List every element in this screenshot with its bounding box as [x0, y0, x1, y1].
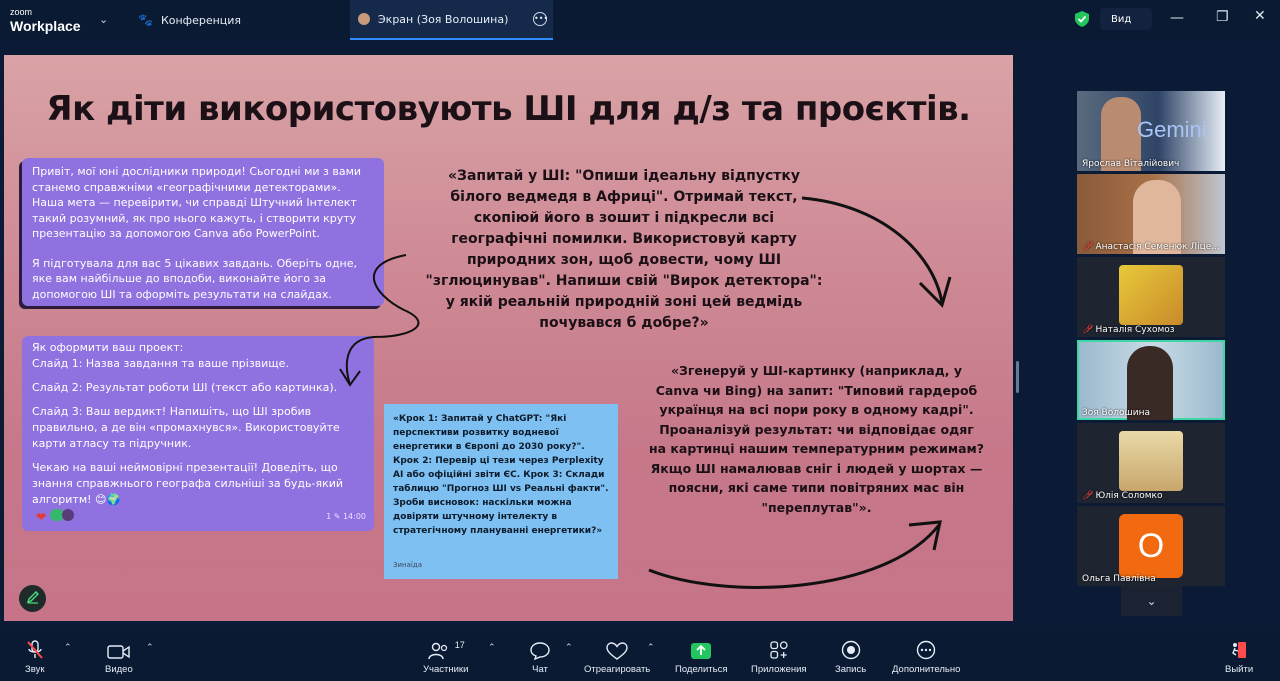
participant-name: 🎤︎̸ Юлія Соломко: [1082, 491, 1162, 501]
participant-name-text: Ольга Павлівна: [1082, 574, 1156, 584]
pen-icon: [26, 589, 40, 608]
app-menu-chevron-icon[interactable]: ⌄: [99, 13, 108, 26]
view-label: Вид: [1111, 13, 1132, 25]
record-icon: [841, 638, 861, 660]
more-options-icon[interactable]: •••: [533, 12, 548, 26]
video-options-caret-icon[interactable]: ⌃: [146, 643, 154, 653]
shared-slide: Як діти використовують ШІ для д/з та про…: [4, 55, 1013, 621]
participant-avatar: [1119, 265, 1183, 325]
participant-name: Ольга Павлівна: [1082, 574, 1156, 584]
title-bar: zoom Workplace ⌄ 🐾 Конференция Экран (Зо…: [0, 0, 1280, 40]
mic-muted-icon: 🎤︎̸: [1082, 325, 1094, 335]
tab-screen-share-label: Экран (Зоя Волошина): [378, 12, 509, 26]
video-tile[interactable]: О Ольга Павлівна: [1077, 506, 1225, 586]
participant-name-text: Наталія Сухомоз: [1095, 325, 1175, 335]
close-icon[interactable]: ✕: [1254, 8, 1266, 24]
zoom-logo: zoom Workplace: [10, 6, 81, 34]
record-button[interactable]: Запись: [835, 638, 866, 675]
video-camera-icon: [107, 638, 131, 660]
video-button[interactable]: Видео: [105, 638, 133, 675]
apps-button[interactable]: Приложения: [751, 638, 807, 675]
leave-door-icon: [1229, 638, 1249, 660]
more-icon: [916, 638, 936, 660]
video-tile[interactable]: 🎤︎̸ Наталія Сухомоз: [1077, 257, 1225, 337]
arrow-top-right: [801, 196, 944, 304]
react-options-caret-icon[interactable]: ⌃: [647, 643, 655, 653]
react-button[interactable]: Отреагировать: [584, 638, 650, 675]
audio-label: Звук: [25, 664, 45, 675]
participants-icon: 17: [427, 638, 465, 660]
video-tile[interactable]: Gemini Ярослав Віталійович: [1077, 91, 1225, 171]
participants-options-caret-icon[interactable]: ⌃: [488, 643, 496, 653]
video-tile[interactable]: 🎤︎̸ Юлія Соломко: [1077, 423, 1225, 503]
chat-options-caret-icon[interactable]: ⌃: [565, 643, 573, 653]
participants-label: Участники: [423, 664, 469, 675]
apps-icon: [769, 638, 789, 660]
chat-button[interactable]: Чат: [530, 638, 550, 675]
background-logo-text: Gemini: [1137, 117, 1207, 142]
gallery-scroll-down-button[interactable]: ⌄: [1121, 586, 1182, 616]
share-label: Поделиться: [675, 664, 728, 675]
tab-meeting[interactable]: 🐾 Конференция: [138, 0, 338, 40]
record-label: Запись: [835, 664, 867, 675]
annotate-pen-button[interactable]: [19, 585, 46, 612]
decorative-arrows: [339, 196, 952, 589]
leave-button[interactable]: Выйти: [1225, 638, 1253, 675]
mic-muted-icon: 🎤︎̸: [1082, 491, 1094, 501]
participants-button[interactable]: 17 Участники: [423, 638, 468, 675]
participant-name-text: Ярослав Віталійович: [1082, 159, 1180, 169]
participant-initial: О: [1137, 527, 1165, 565]
restore-icon[interactable]: ❐: [1216, 9, 1229, 25]
react-label: Отреагировать: [584, 664, 651, 675]
tab-screen-share[interactable]: Экран (Зоя Волошина) •••: [350, 0, 553, 40]
brand-top: zoom: [10, 7, 33, 17]
participant-name-text: Анастасія Семенюк Ліце...: [1095, 242, 1220, 252]
participant-avatar: [1119, 431, 1183, 491]
tab-meeting-label: Конференция: [160, 13, 242, 27]
participant-name: Зоя Волошина: [1082, 408, 1150, 418]
chat-label: Чат: [532, 664, 548, 675]
video-label: Видео: [105, 664, 133, 675]
audio-options-caret-icon[interactable]: ⌃: [64, 643, 72, 653]
participant-name-text: Зоя Волошина: [1082, 408, 1150, 418]
share-screen-icon: [690, 638, 712, 660]
paw-icon: 🐾: [138, 13, 153, 27]
minimize-icon[interactable]: —: [1170, 10, 1184, 26]
mic-muted-icon: 🎤︎̸: [1082, 242, 1094, 252]
mic-muted-icon: [26, 638, 44, 660]
chat-bubble-icon: [530, 638, 550, 660]
heart-icon: [606, 638, 628, 660]
video-tile-active-speaker[interactable]: Зоя Волошина: [1077, 340, 1225, 420]
view-button[interactable]: Вид: [1100, 8, 1152, 30]
leave-label: Выйти: [1225, 664, 1254, 675]
more-label: Дополнительно: [892, 664, 961, 675]
chevron-down-icon: ⌄: [1146, 594, 1157, 608]
brand-bottom: Workplace: [10, 18, 81, 34]
arrow-bottom-right: [648, 524, 941, 589]
participant-name-text: Юлія Соломко: [1095, 491, 1163, 501]
more-button[interactable]: Дополнительно: [892, 638, 960, 675]
meeting-toolbar: Звук ⌃ Видео ⌃ 17 Участники ⌃ Чат ⌃ Отре…: [0, 630, 1280, 681]
avatar-icon: [358, 13, 370, 25]
video-tile[interactable]: 🎤︎̸ Анастасія Семенюк Ліце...: [1077, 174, 1225, 254]
shield-check-icon[interactable]: [1075, 11, 1089, 31]
participant-name: Ярослав Віталійович: [1082, 159, 1179, 169]
participant-initial-avatar: О: [1119, 514, 1183, 578]
share-button[interactable]: Поделиться: [675, 638, 727, 675]
participant-name: 🎤︎̸ Наталія Сухомоз: [1082, 325, 1175, 335]
participants-count: 17: [454, 640, 465, 650]
participant-name: 🎤︎̸ Анастасія Семенюк Ліце...: [1082, 242, 1220, 252]
audio-button[interactable]: Звук: [25, 638, 44, 675]
arrow-curly: [345, 254, 420, 386]
resize-handle[interactable]: [1016, 361, 1019, 393]
apps-label: Приложения: [751, 664, 807, 675]
